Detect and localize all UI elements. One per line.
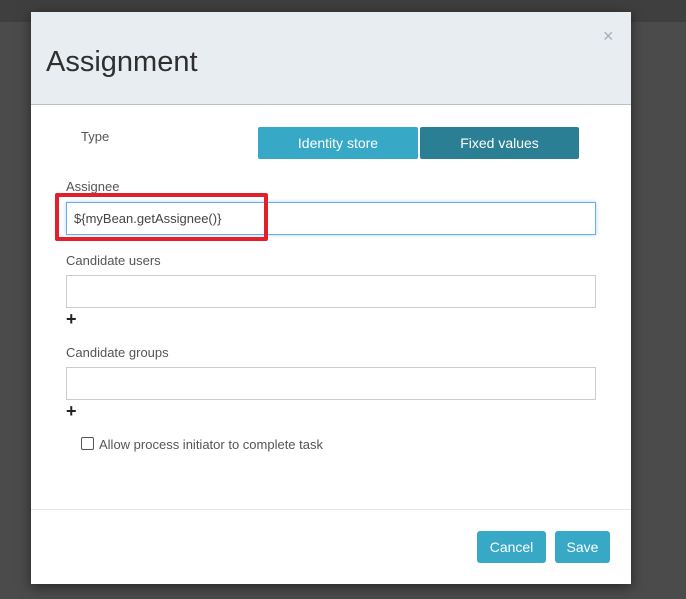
add-candidate-user-plus-icon[interactable]: + xyxy=(66,310,77,328)
candidate-groups-label: Candidate groups xyxy=(66,345,169,360)
identity-store-button[interactable]: Identity store xyxy=(258,127,418,159)
dialog-header: Assignment × xyxy=(31,12,631,105)
candidate-users-input[interactable] xyxy=(66,275,596,308)
candidate-users-label: Candidate users xyxy=(66,253,161,268)
save-button[interactable]: Save xyxy=(555,531,610,563)
allow-initiator-label[interactable]: Allow process initiator to complete task xyxy=(99,437,323,452)
cancel-button[interactable]: Cancel xyxy=(477,531,546,563)
assignee-label: Assignee xyxy=(66,179,120,194)
candidate-groups-input[interactable] xyxy=(66,367,596,400)
type-label: Type xyxy=(81,129,110,144)
dialog-title: Assignment xyxy=(46,46,198,78)
add-candidate-group-plus-icon[interactable]: + xyxy=(66,402,77,420)
close-icon[interactable]: × xyxy=(603,26,614,47)
highlight-box xyxy=(55,193,268,241)
assignment-dialog: Assignment × Type Identity store Fixed v… xyxy=(31,12,631,584)
fixed-values-button[interactable]: Fixed values xyxy=(420,127,579,159)
allow-initiator-checkbox[interactable] xyxy=(81,437,94,450)
footer-divider xyxy=(31,509,631,510)
